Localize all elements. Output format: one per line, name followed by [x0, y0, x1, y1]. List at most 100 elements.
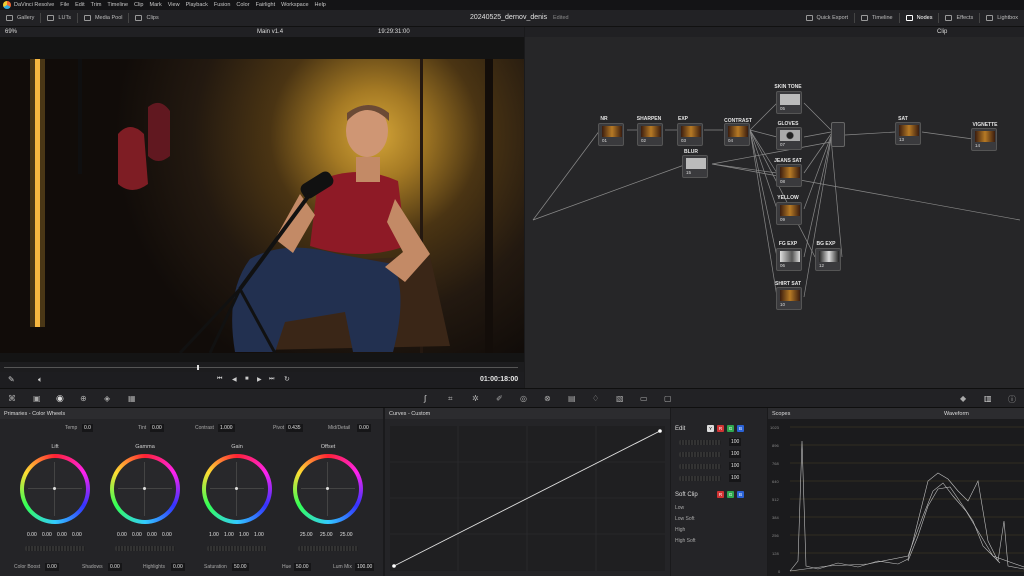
node-yellow[interactable]: 09	[776, 202, 802, 225]
node-mode-select[interactable]: Clip	[937, 29, 947, 35]
g-intensity-slider[interactable]	[679, 464, 721, 469]
node-jeans-sat[interactable]: 08	[776, 164, 802, 187]
play-icon[interactable]: ▶	[257, 376, 262, 383]
eyedropper-icon[interactable]: ✐	[496, 394, 503, 403]
clips-button[interactable]: Clips	[135, 15, 159, 21]
y-intensity-value[interactable]: 100	[729, 438, 742, 446]
menu-color[interactable]: Color	[236, 2, 249, 8]
gamma-b[interactable]: 0.00	[162, 532, 172, 538]
lift-y[interactable]: 0.00	[27, 532, 37, 538]
gamma-r[interactable]: 0.00	[132, 532, 142, 538]
mid-detail-value[interactable]: 0.00	[357, 424, 371, 432]
key-icon[interactable]: ▧	[616, 394, 624, 403]
g-intensity-value[interactable]: 100	[729, 462, 742, 470]
qualifier-icon[interactable]: ✲	[472, 394, 479, 403]
wheel-puck[interactable]	[143, 487, 146, 490]
lightbox-button[interactable]: Lightbox	[986, 15, 1018, 21]
color-boost-value[interactable]: 0.00	[45, 563, 59, 571]
motion-effects-icon[interactable]: ▦	[128, 394, 136, 403]
scope-mode-select[interactable]: Waveform	[944, 411, 969, 417]
node-skin-tone[interactable]: 05	[776, 91, 802, 114]
timeline-select[interactable]: Main v1.4	[257, 29, 283, 35]
nodes-button[interactable]: Nodes	[905, 15, 932, 21]
gallery-button[interactable]: Gallery	[6, 15, 34, 21]
curve-graph[interactable]	[390, 426, 665, 571]
node-nr[interactable]: 01	[598, 123, 624, 146]
softclip-r-button[interactable]: R	[717, 491, 724, 498]
b-intensity-value[interactable]: 100	[729, 474, 742, 482]
node-graph[interactable]	[525, 27, 1024, 388]
volume-icon[interactable]: 🔈︎	[38, 375, 43, 385]
node-sat[interactable]: 13	[895, 122, 921, 145]
menu-edit[interactable]: Edit	[75, 2, 84, 8]
node-vignette[interactable]: 14	[971, 128, 997, 151]
tracker-icon[interactable]: ⊗	[544, 394, 551, 403]
lift-wheel[interactable]	[20, 454, 90, 524]
lum-mix-value[interactable]: 100.00	[355, 563, 375, 571]
tint-value[interactable]: 0.00	[150, 424, 164, 432]
magic-mask-icon[interactable]: ▤	[568, 394, 576, 403]
channel-r-button[interactable]: R	[717, 425, 724, 432]
hdr-wheels-icon[interactable]: ⊕	[80, 394, 87, 403]
wheel-puck[interactable]	[235, 487, 238, 490]
menu-playback[interactable]: Playback	[186, 2, 208, 8]
sizing-icon[interactable]: ▭	[640, 394, 648, 403]
menu-file[interactable]: File	[60, 2, 69, 8]
window-icon[interactable]: ◎	[520, 394, 527, 403]
menu-timeline[interactable]: Timeline	[107, 2, 128, 8]
offset-b[interactable]: 25.00	[340, 532, 353, 538]
softclip-g-button[interactable]: G	[727, 491, 734, 498]
menu-view[interactable]: View	[168, 2, 180, 8]
channel-b-button[interactable]: B	[737, 425, 744, 432]
lift-r[interactable]: 0.00	[42, 532, 52, 538]
gain-master-slider[interactable]	[207, 546, 267, 551]
blur-icon[interactable]: ♢	[592, 394, 599, 403]
r-intensity-slider[interactable]	[679, 452, 721, 457]
pencil-icon[interactable]: ✎	[8, 375, 15, 384]
curves-icon[interactable]: ∫	[424, 394, 426, 403]
jump-end-icon[interactable]: ⏭	[269, 376, 274, 383]
offset-g[interactable]: 25.00	[320, 532, 333, 538]
offset-wheel[interactable]	[293, 454, 363, 524]
node-shirt-sat[interactable]: 10	[776, 287, 802, 310]
gamma-g[interactable]: 0.00	[147, 532, 157, 538]
color-warper-icon[interactable]: ⌗	[448, 394, 453, 404]
softclip-b-button[interactable]: B	[737, 491, 744, 498]
gain-y[interactable]: 1.00	[209, 532, 219, 538]
lift-g[interactable]: 0.00	[57, 532, 67, 538]
gamma-y[interactable]: 0.00	[117, 532, 127, 538]
scopes-icon[interactable]: ▥	[984, 394, 992, 403]
node-exp[interactable]: 03	[677, 123, 703, 146]
playhead[interactable]	[197, 365, 199, 370]
contrast-value[interactable]: 1.000	[218, 424, 235, 432]
menu-fairlight[interactable]: Fairlight	[256, 2, 276, 8]
gamma-master-slider[interactable]	[115, 546, 175, 551]
stop-icon[interactable]: ■	[245, 376, 249, 382]
shadows-value[interactable]: 0.00	[108, 563, 122, 571]
camera-raw-icon[interactable]: ⌘	[8, 394, 16, 403]
gain-r[interactable]: 1.00	[224, 532, 234, 538]
offset-master-slider[interactable]	[298, 546, 358, 551]
timeline-button[interactable]: Timeline	[860, 15, 893, 21]
gain-g[interactable]: 1.00	[239, 532, 249, 538]
info-icon[interactable]: ⓘ	[1008, 394, 1016, 405]
node-gloves[interactable]: 07	[776, 127, 802, 150]
y-intensity-slider[interactable]	[679, 440, 721, 445]
luts-button[interactable]: LUTs	[47, 15, 71, 21]
layer-mixer-node[interactable]	[831, 122, 845, 147]
color-match-icon[interactable]: ▣	[33, 394, 41, 403]
wheel-puck[interactable]	[326, 487, 329, 490]
menu-fusion[interactable]: Fusion	[214, 2, 231, 8]
color-wheels-icon[interactable]: ◉	[56, 393, 64, 404]
channel-g-button[interactable]: G	[727, 425, 734, 432]
menu-workspace[interactable]: Workspace	[281, 2, 308, 8]
menu-trim[interactable]: Trim	[91, 2, 102, 8]
node-sharpen[interactable]: 02	[637, 123, 663, 146]
rgb-mixer-icon[interactable]: ◈	[104, 394, 110, 403]
saturation-value[interactable]: 50.00	[232, 563, 249, 571]
hue-value[interactable]: 50.00	[294, 563, 311, 571]
menu-mark[interactable]: Mark	[150, 2, 162, 8]
node-bg-exp[interactable]: 12	[815, 248, 841, 271]
effects-button[interactable]: Effects	[945, 15, 973, 21]
wheel-puck[interactable]	[53, 487, 56, 490]
